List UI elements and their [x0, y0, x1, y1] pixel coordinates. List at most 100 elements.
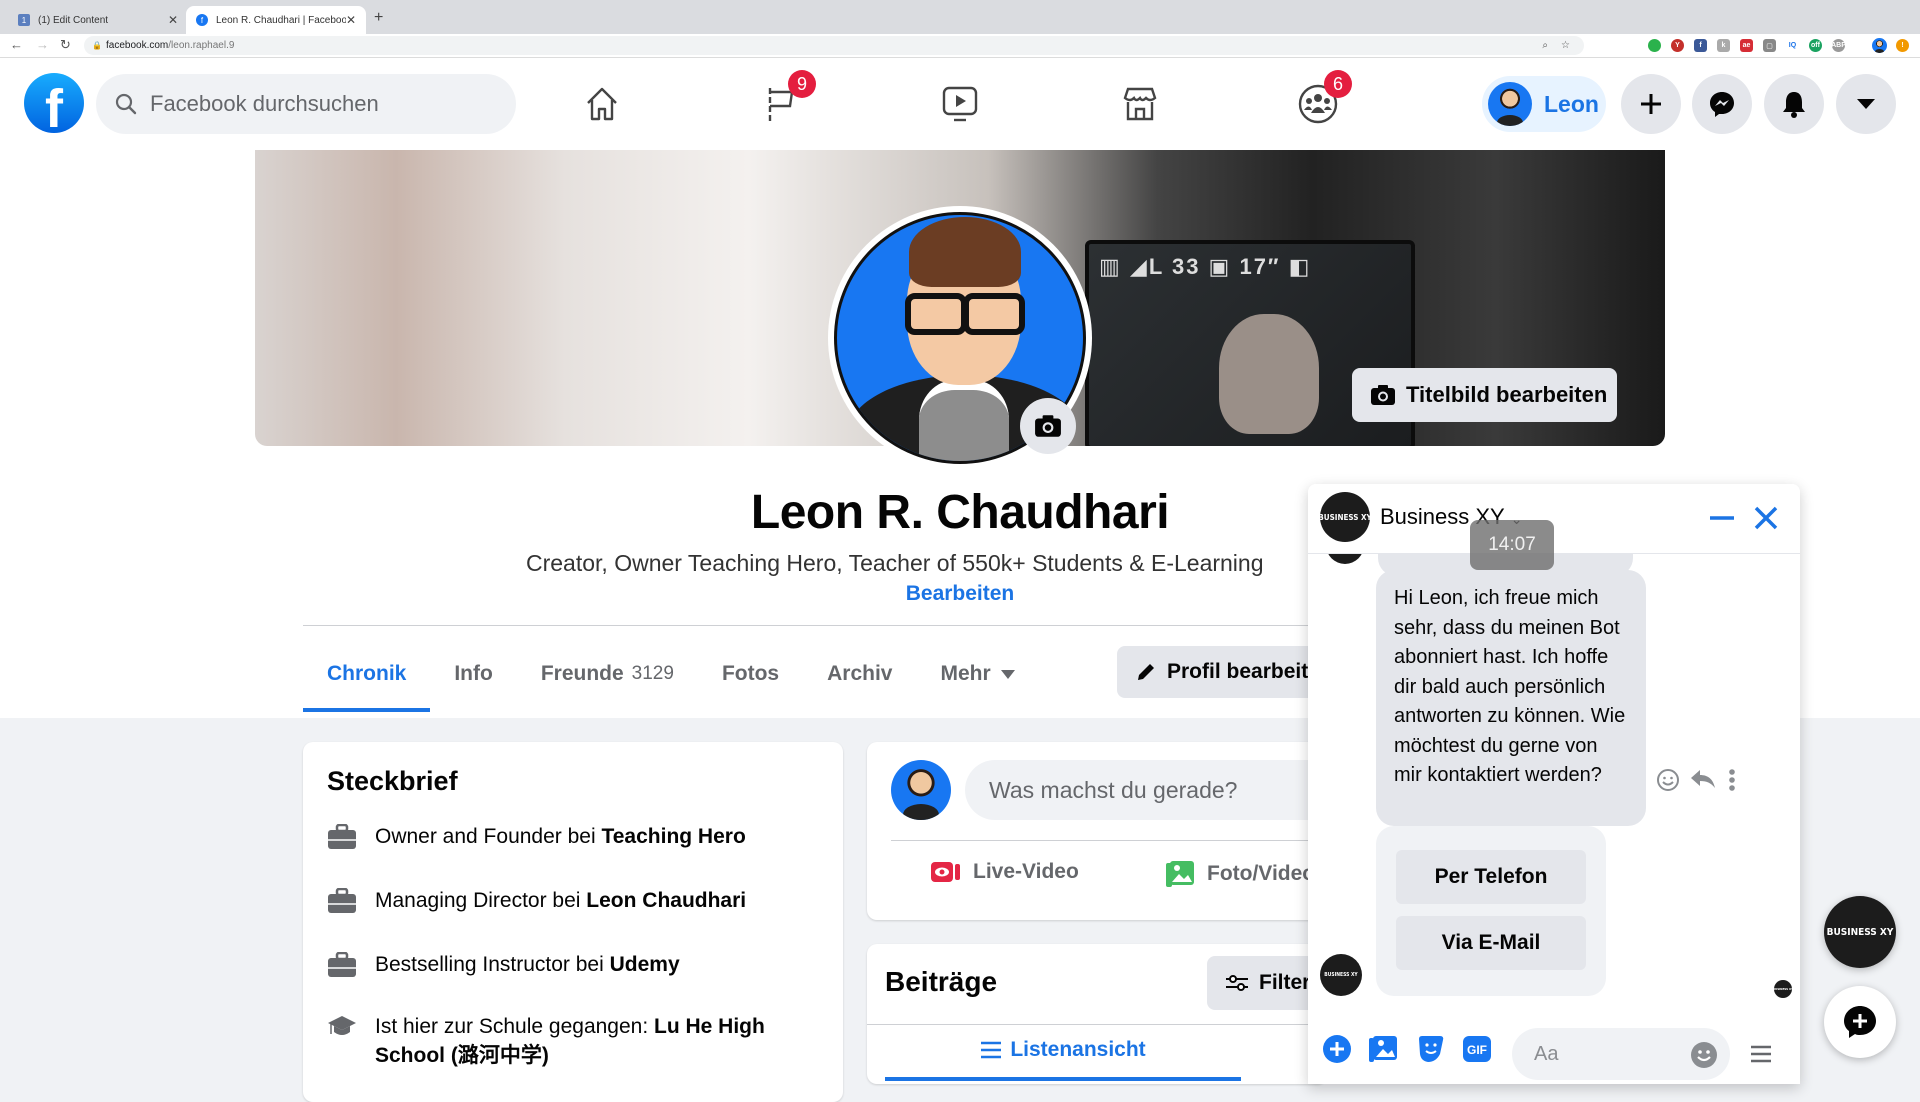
tab-mehr[interactable]: Mehr — [916, 636, 1038, 712]
close-icon[interactable] — [1750, 502, 1782, 534]
tab-label: Mehr — [940, 662, 991, 685]
live-video-button[interactable]: Live-Video — [931, 860, 1079, 884]
search-icon — [115, 93, 137, 115]
emoji-icon[interactable] — [1690, 1041, 1718, 1069]
nav-pages[interactable]: 9 — [758, 70, 816, 128]
timestamp-tooltip: 14:07 — [1470, 520, 1554, 570]
react-emoji-icon[interactable] — [1656, 768, 1680, 792]
chat-head-business-xy[interactable]: BUSINESS XY — [1824, 896, 1896, 968]
new-message-button[interactable] — [1824, 986, 1896, 1058]
forward-icon[interactable]: → — [36, 37, 49, 52]
browser-profile-avatar[interactable] — [1872, 38, 1887, 53]
minimize-icon[interactable] — [1706, 502, 1738, 534]
caret-down-icon — [1857, 99, 1875, 109]
facebook-extension-icon[interactable]: f — [1694, 39, 1707, 52]
gif-icon[interactable]: GIF — [1462, 1034, 1492, 1064]
tab-label: Chronik — [327, 662, 407, 685]
camera-icon — [1371, 385, 1395, 405]
close-tab-icon[interactable]: ✕ — [346, 13, 356, 27]
close-tab-icon[interactable]: ✕ — [168, 13, 178, 27]
briefcase-icon — [328, 824, 356, 849]
intro-item: Ist hier zur Schule gegangen: Lu He High… — [327, 1012, 787, 1070]
intro-item: Managing Director bei Leon Chaudhari — [327, 886, 746, 915]
chat-window: BUSINESS XY Business XY ⌄ 14:07 Hi Leon, … — [1308, 484, 1800, 1084]
browser-tab-edit-content[interactable]: 1 (1) Edit Content ✕ — [8, 6, 188, 34]
reload-icon[interactable]: ↻ — [60, 37, 71, 53]
composer-avatar[interactable] — [891, 760, 951, 820]
search-placeholder: Facebook durchsuchen — [150, 91, 379, 116]
green-extension-icon[interactable] — [1648, 39, 1661, 52]
update-profile-picture-button[interactable] — [1020, 398, 1076, 454]
post-composer: Was machst du gerade? Live-Video Foto/Vi… — [867, 742, 1327, 920]
profile-bio: Creator, Owner Teaching Hero, Teacher of… — [526, 550, 1264, 576]
profile-shortcut[interactable]: Leon — [1482, 76, 1606, 132]
photo-video-label: Foto/Video — [1207, 862, 1316, 885]
quick-reply-email[interactable]: Via E-Mail — [1396, 916, 1586, 970]
iq-extension-icon[interactable]: IQ — [1786, 39, 1799, 52]
tab-fotos[interactable]: Fotos — [698, 636, 803, 712]
intro-item: Bestselling Instructor bei Udemy — [327, 950, 680, 979]
composer-divider — [891, 840, 1327, 841]
reply-icon[interactable] — [1690, 768, 1716, 790]
camera-icon — [1035, 415, 1061, 437]
attach-photo-icon[interactable] — [1368, 1034, 1398, 1064]
list-view-tab[interactable]: Listenansicht — [885, 1038, 1241, 1062]
live-video-label: Live-Video — [973, 860, 1079, 883]
edit-cover-button[interactable]: Titelbild bearbeiten — [1352, 368, 1617, 422]
cover-face — [1219, 314, 1319, 434]
marketplace-store-icon — [1123, 87, 1157, 121]
off-extension-icon[interactable]: off — [1809, 39, 1822, 52]
screen-extension-icon[interactable]: ▢ — [1763, 39, 1776, 52]
zoom-icon[interactable]: ⌕ — [1542, 36, 1548, 55]
account-menu-button[interactable] — [1836, 74, 1896, 134]
ae-extension-icon[interactable]: ae — [1740, 39, 1753, 52]
nav-home[interactable] — [578, 80, 626, 128]
messenger-button[interactable] — [1692, 74, 1752, 134]
tab-info[interactable]: Info — [430, 636, 516, 712]
new-message-plus-icon — [1844, 1006, 1876, 1038]
more-options-icon[interactable] — [1728, 768, 1736, 792]
new-tab-button[interactable]: + — [374, 9, 383, 27]
notifications-button[interactable] — [1764, 74, 1824, 134]
intro-item: Owner and Founder bei Teaching Hero — [327, 822, 746, 851]
abp-extension-icon[interactable]: ABP — [1831, 39, 1846, 52]
nav-watch[interactable] — [936, 80, 984, 128]
yab-extension-icon[interactable]: Y — [1671, 39, 1684, 52]
user-name: Leon — [1544, 90, 1599, 117]
tab-chronik[interactable]: Chronik — [303, 636, 431, 712]
briefcase-icon — [328, 952, 356, 977]
chat-header: BUSINESS XY Business XY ⌄ — [1308, 484, 1800, 554]
url-path: /leon.raphael.9 — [168, 40, 235, 51]
status-input[interactable]: Was machst du gerade? — [965, 760, 1327, 820]
tab-freunde[interactable]: Freunde 3129 — [517, 636, 698, 712]
tab-archiv[interactable]: Archiv — [803, 636, 916, 712]
bookmark-star-icon[interactable]: ☆ — [1561, 36, 1570, 55]
photo-video-button[interactable]: Foto/Video — [1165, 860, 1315, 888]
filter-sliders-icon — [1226, 975, 1248, 991]
camera-hud: ▥ ◢L 33 ▣ 17″ ◧ — [1099, 254, 1312, 279]
nav-groups[interactable]: 6 — [1294, 70, 1352, 128]
more-actions-plus-icon[interactable] — [1322, 1034, 1352, 1064]
chat-avatar[interactable]: BUSINESS XY — [1320, 492, 1370, 542]
quick-reply-phone[interactable]: Per Telefon — [1396, 850, 1586, 904]
posts-divider — [867, 1024, 1327, 1025]
nav-marketplace[interactable] — [1116, 80, 1164, 128]
update-alert-icon[interactable]: ! — [1896, 39, 1909, 52]
facebook-logo[interactable]: f — [24, 73, 84, 133]
intro-text: Bestselling Instructor bei Udemy — [375, 953, 680, 976]
groups-badge: 6 — [1324, 70, 1352, 98]
tab-label: Freunde — [540, 662, 624, 685]
sticker-icon[interactable] — [1416, 1034, 1446, 1064]
browser-tab-facebook[interactable]: f Leon R. Chaudhari | Facebook ✕ — [186, 6, 366, 34]
quick-replies: Per Telefon Via E-Mail — [1376, 826, 1606, 996]
chat-menu-icon[interactable] — [1750, 1044, 1772, 1064]
url-input[interactable]: 🔒 facebook.com/leon.raphael.9 ⌕ ☆ — [84, 36, 1584, 55]
list-view-underline — [885, 1077, 1241, 1081]
back-icon[interactable]: ← — [10, 37, 23, 52]
video-play-icon — [942, 86, 978, 122]
search-input[interactable]: Facebook durchsuchen — [96, 74, 516, 134]
user-avatar — [1488, 82, 1532, 126]
live-video-icon — [931, 862, 960, 882]
create-button[interactable] — [1621, 74, 1681, 134]
k-extension-icon[interactable]: k — [1717, 39, 1730, 52]
